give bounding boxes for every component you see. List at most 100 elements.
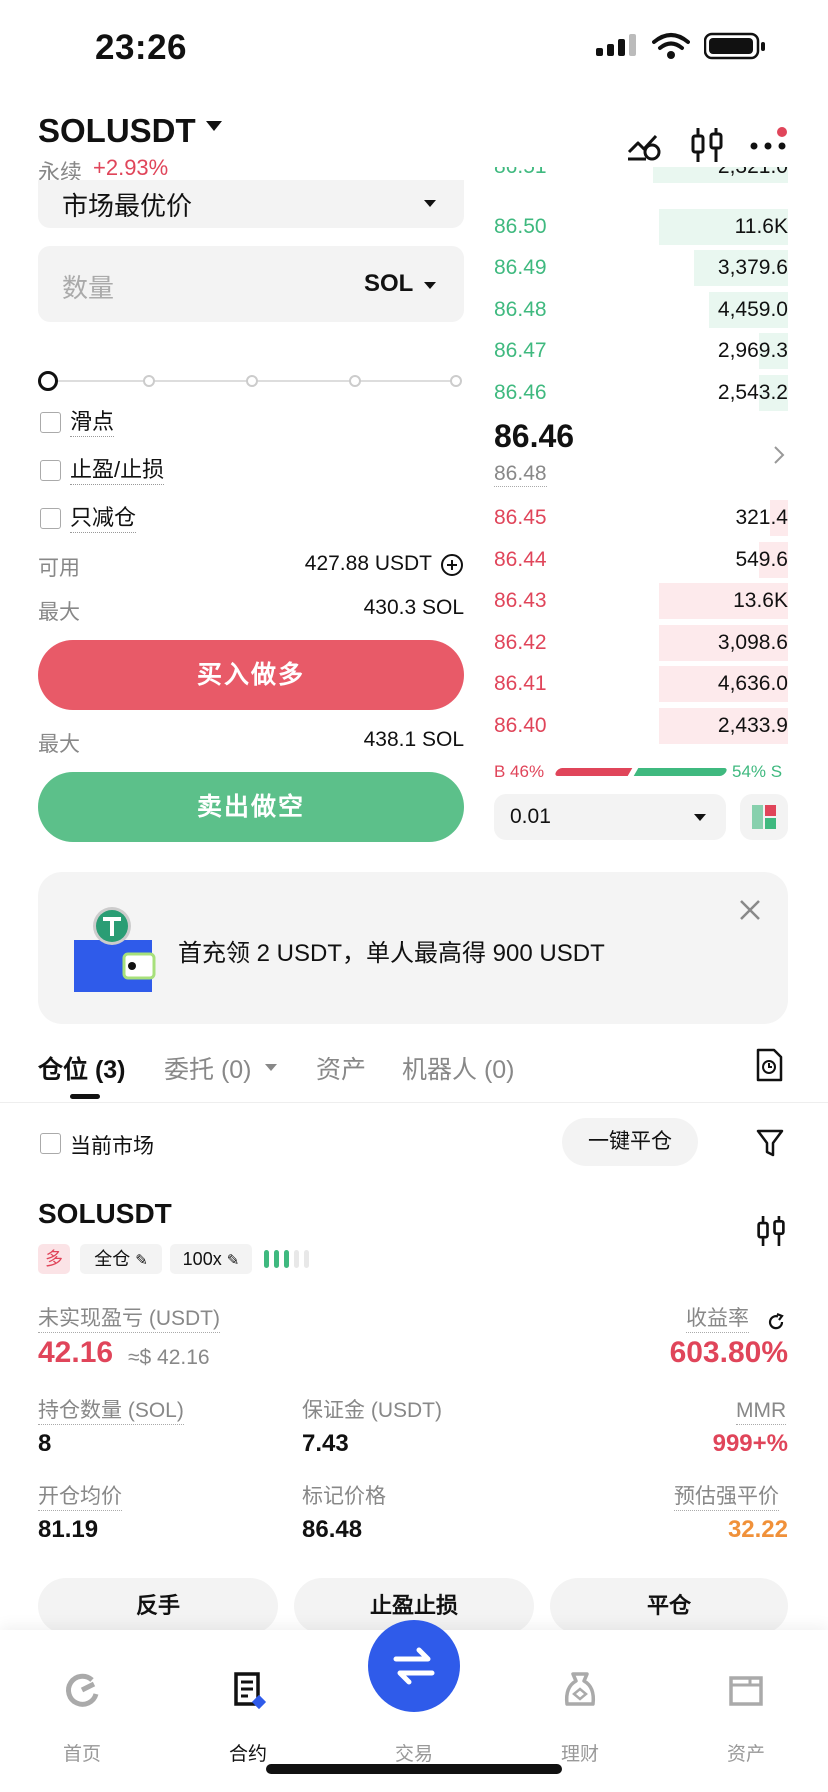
candlestick-chart-icon[interactable] <box>756 1214 786 1248</box>
margin-mode-badge[interactable]: 全仓 ✎ <box>80 1244 162 1274</box>
trade-fab-button[interactable] <box>368 1620 460 1712</box>
ask-price: 86.51 <box>494 167 547 179</box>
bid-row[interactable]: 86.42 3,098.6 <box>494 624 788 661</box>
max-buy-label: 最大 <box>38 601 80 624</box>
more-menu-icon[interactable] <box>748 126 792 156</box>
mmr-value: 999+% <box>712 1430 788 1457</box>
banner-text: 首充领 2 USDT，单人最高得 900 USDT <box>178 940 605 967</box>
ask-row[interactable]: 86.51 2,321.0 <box>494 167 788 183</box>
status-time: 23:26 <box>95 28 188 67</box>
tp-sl-label: 止盈/止损 <box>70 456 165 485</box>
pair-dropdown-caret-icon[interactable] <box>206 121 222 131</box>
candlestick-chart-icon[interactable] <box>690 126 724 164</box>
quantity-unit-select[interactable]: SOL <box>364 270 413 298</box>
tab-active-indicator <box>70 1094 100 1099</box>
ask-row[interactable]: 86.49 3,379.6 <box>494 250 788 287</box>
buy-long-button[interactable]: 买入做多 <box>38 640 464 710</box>
ask-row[interactable]: 86.50 11.6K <box>494 208 788 245</box>
chevron-right-icon[interactable] <box>772 444 786 466</box>
available-value: 427.88 USDT <box>304 552 432 575</box>
bid-row[interactable]: 86.43 13.6K <box>494 583 788 620</box>
filter-icon[interactable] <box>756 1128 784 1158</box>
orderbook-layout-button[interactable] <box>740 794 788 840</box>
slippage-checkbox[interactable] <box>40 412 61 433</box>
tab-positions[interactable]: 仓位 (3) <box>38 1050 126 1086</box>
bid-row[interactable]: 86.44 549.6 <box>494 541 788 578</box>
sell-short-button[interactable]: 卖出做空 <box>38 772 464 842</box>
liq-price-value: 32.22 <box>727 1516 788 1543</box>
close-icon[interactable] <box>738 898 762 922</box>
liq-price-label: 预估强平价 <box>674 1484 779 1511</box>
tp-sl-option[interactable]: 止盈/止损 <box>38 456 238 486</box>
ask-row[interactable]: 86.46 2,543.2 <box>494 375 788 411</box>
share-refresh-icon[interactable] <box>766 1312 786 1332</box>
pnl-value: 42.16 <box>38 1336 114 1369</box>
leverage-badge[interactable]: 100x ✎ <box>170 1244 252 1274</box>
quantity-slider[interactable] <box>38 370 464 392</box>
bid-price: 86.41 <box>494 672 547 696</box>
add-funds-icon[interactable] <box>440 553 464 577</box>
entry-price-label: 开仓均价 <box>38 1484 122 1511</box>
wallet-usdt-icon <box>74 907 156 992</box>
ask-price: 86.46 <box>494 381 547 404</box>
size-label: 持仓数量 (SOL) <box>38 1398 184 1425</box>
bid-row[interactable]: 86.41 4,636.0 <box>494 666 788 703</box>
ask-price: 86.49 <box>494 256 547 280</box>
tp-sl-checkbox[interactable] <box>40 460 61 481</box>
ask-quantity: 4,459.0 <box>717 297 788 321</box>
bid-price: 86.42 <box>494 630 547 654</box>
bid-price: 86.43 <box>494 589 547 613</box>
swap-arrows-icon <box>393 1647 435 1685</box>
bid-row[interactable]: 86.45 321.4 <box>494 500 788 536</box>
max-buy-value: 430.3 SOL <box>363 596 464 619</box>
tab-assets[interactable]: 资产 <box>316 1050 366 1086</box>
current-market-checkbox[interactable] <box>40 1133 61 1154</box>
wifi-icon <box>652 33 690 59</box>
ask-price: 86.47 <box>494 339 547 363</box>
nav-earn[interactable]: 理财 <box>530 1670 630 1765</box>
buy-ratio: B 46% <box>494 762 545 781</box>
nav-futures[interactable]: 合约 <box>198 1670 298 1765</box>
position-symbol[interactable]: SOLUSDT <box>38 1198 172 1230</box>
pnl-label: 未实现盈亏 (USDT) <box>38 1306 220 1333</box>
precision-select[interactable]: 0.01 <box>494 794 726 840</box>
precision-value: 0.01 <box>510 805 551 828</box>
slippage-option[interactable]: 滑点 <box>38 408 238 438</box>
sell-ratio: 54% S <box>732 762 783 781</box>
chevron-down-icon <box>424 200 436 207</box>
chevron-down-icon <box>424 282 436 289</box>
quantity-input[interactable]: 数量 SOL <box>38 246 464 322</box>
margin-mode-label: 全仓 <box>94 1249 131 1269</box>
price-alert-icon[interactable] <box>626 128 664 162</box>
pair-title[interactable]: SOLUSDT <box>38 112 196 150</box>
margin-label: 保证金 (USDT) <box>302 1399 442 1422</box>
bid-quantity: 549.6 <box>735 547 788 571</box>
edit-icon: ✎ <box>226 1252 240 1269</box>
ask-quantity: 2,543.2 <box>717 381 788 404</box>
tab-orders[interactable]: 委托 (0) <box>164 1050 252 1086</box>
bid-quantity: 2,433.9 <box>717 714 788 737</box>
promo-banner[interactable]: 首充领 2 USDT，单人最高得 900 USDT <box>38 872 788 1024</box>
last-price: 86.46 <box>494 418 575 454</box>
reverse-button[interactable]: 反手 <box>38 1578 278 1634</box>
order-history-icon[interactable] <box>754 1048 784 1082</box>
mark-price-label: 标记价格 <box>302 1485 386 1508</box>
close-all-button[interactable]: 一键平仓 <box>562 1118 698 1166</box>
max-sell-label: 最大 <box>38 733 80 756</box>
close-position-button[interactable]: 平仓 <box>550 1578 788 1634</box>
buy-sell-ratio-bar <box>553 768 729 776</box>
reduce-only-option[interactable]: 只减仓 <box>38 504 238 534</box>
side-long-badge: 多 <box>38 1244 70 1274</box>
battery-icon <box>704 32 765 60</box>
chevron-down-icon[interactable] <box>265 1064 277 1071</box>
nav-home[interactable]: 首页 <box>32 1670 132 1765</box>
earn-jar-icon <box>564 1672 596 1706</box>
bid-row[interactable]: 86.40 2,433.9 <box>494 708 788 744</box>
nav-assets[interactable]: 资产 <box>696 1670 796 1765</box>
leverage-label: 100x <box>182 1249 222 1269</box>
ask-row[interactable]: 86.47 2,969.3 <box>494 333 788 370</box>
order-type-select[interactable]: 市场最优价 <box>38 180 464 228</box>
tab-bots[interactable]: 机器人 (0) <box>402 1050 515 1086</box>
reduce-only-checkbox[interactable] <box>40 508 61 529</box>
ask-row[interactable]: 86.48 4,459.0 <box>494 291 788 328</box>
